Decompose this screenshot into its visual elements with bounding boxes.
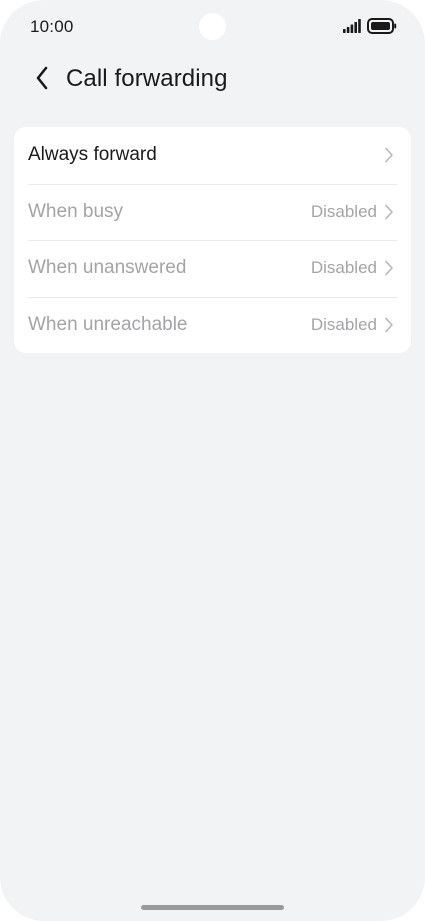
status-bar: 10:00 <box>0 0 425 56</box>
chevron-right-icon <box>383 146 395 164</box>
status-icons <box>343 18 397 39</box>
chevron-right-icon <box>383 259 395 277</box>
status-time: 10:00 <box>30 17 74 36</box>
setting-value: Disabled <box>310 258 377 278</box>
setting-row-when-unanswered[interactable]: When unanswered Disabled <box>14 240 411 297</box>
setting-label: When unanswered <box>28 257 187 279</box>
chevron-left-icon <box>35 66 49 95</box>
page-title: Call forwarding <box>66 65 228 92</box>
signal-icon <box>343 19 361 38</box>
chevron-right-icon <box>383 316 395 334</box>
setting-label: When unreachable <box>28 313 188 335</box>
setting-value: Disabled <box>310 201 377 221</box>
phone-screen: 10:00 Call forwarding Always forward Whe… <box>0 0 425 921</box>
chevron-right-icon <box>383 203 395 221</box>
setting-row-when-busy[interactable]: When busy Disabled <box>14 183 411 241</box>
camera-cutout <box>199 13 226 40</box>
setting-row-always-forward[interactable]: Always forward <box>14 127 411 184</box>
setting-row-when-unreachable[interactable]: When unreachable Disabled <box>14 296 411 354</box>
setting-value: Disabled <box>310 314 377 334</box>
back-button[interactable] <box>26 64 58 96</box>
setting-label: When busy <box>28 200 124 222</box>
header: Call forwarding <box>0 56 425 106</box>
battery-icon <box>367 18 397 39</box>
home-indicator[interactable] <box>141 905 284 910</box>
settings-card: Always forward When busy Disabled When u… <box>14 127 411 353</box>
setting-label: Always forward <box>28 144 157 166</box>
